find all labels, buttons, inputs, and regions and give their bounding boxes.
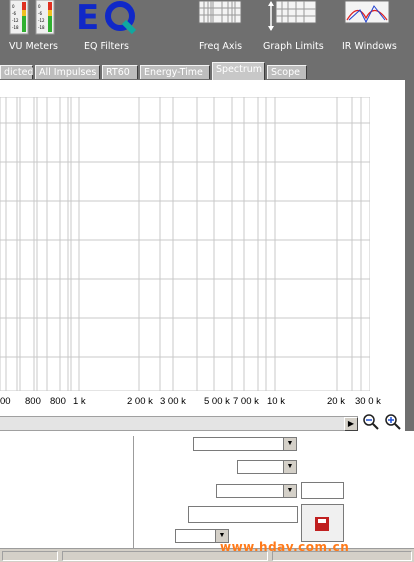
combo-1-value xyxy=(194,439,196,449)
text-field-2[interactable] xyxy=(188,506,298,523)
graph-limits-label: Graph Limits xyxy=(263,41,324,52)
x-tick-label: 10 k xyxy=(267,396,285,407)
tab-energy-time[interactable]: Energy-Time xyxy=(140,65,210,79)
x-tick-label: 00 xyxy=(0,396,11,407)
tab-strip: dicted All Impulses RT60 Energy-Time Spe… xyxy=(0,62,414,80)
freq-axis-icon[interactable] xyxy=(198,0,242,26)
tab-all-impulses[interactable]: All Impulses xyxy=(35,65,100,79)
x-tick-label: 2 00 k xyxy=(127,396,153,407)
combo-4-value xyxy=(176,531,178,541)
x-tick-label: 20 k xyxy=(327,396,345,407)
eq-filters-label: EQ Filters xyxy=(84,41,129,52)
vu-scale-label: -18 xyxy=(12,25,19,30)
x-tick-label: 30 0 k xyxy=(355,396,381,407)
vu-scale-label: -18 xyxy=(38,25,45,30)
ir-windows-label: IR Windows xyxy=(342,41,397,52)
eq-filters-icon[interactable]: E xyxy=(76,0,138,38)
panel-edge xyxy=(405,80,414,416)
toolbar: 0 -6 -12 -18 0 -6 -12 -18 VU Meters E EQ… xyxy=(0,0,414,62)
chevron-down-icon[interactable]: ▼ xyxy=(283,461,296,473)
combo-1[interactable]: ▼ xyxy=(193,437,297,451)
x-tick-label: 5 00 k xyxy=(204,396,230,407)
combo-3[interactable]: ▼ xyxy=(216,484,297,498)
action-button[interactable] xyxy=(301,504,344,542)
freq-axis-label: Freq Axis xyxy=(199,41,243,52)
svg-text:E: E xyxy=(76,0,99,34)
tab-scope[interactable]: Scope xyxy=(267,65,307,79)
x-tick-label: 7 00 k xyxy=(233,396,259,407)
vu-scale-label: -6 xyxy=(12,11,16,16)
x-tick-label: 800 xyxy=(50,396,66,407)
scroll-right-icon[interactable]: ▶ xyxy=(344,417,358,431)
zoom-in-icon[interactable] xyxy=(384,413,402,431)
vu-meters-label: VU Meters xyxy=(9,41,58,52)
combo-3-value xyxy=(217,486,219,496)
status-segment xyxy=(2,551,58,561)
combo-2-value xyxy=(238,462,240,472)
tab-predicted[interactable]: dicted xyxy=(0,65,34,79)
vu-meters-icon[interactable]: 0 -6 -12 -18 0 -6 -12 -18 xyxy=(8,0,56,38)
vu-scale-label: -6 xyxy=(38,11,42,16)
combo-2[interactable]: ▼ xyxy=(237,460,297,474)
vu-scale-label: -12 xyxy=(12,18,19,23)
x-axis-labels: 00 800 800 1 k 2 00 k 3 00 k 5 00 k 7 00… xyxy=(0,396,405,408)
graph-frame xyxy=(0,97,370,391)
x-tick-label: 3 00 k xyxy=(160,396,186,407)
controls-divider xyxy=(133,436,134,548)
chevron-down-icon[interactable]: ▼ xyxy=(283,485,296,497)
watermark-text: www.hdav.com.cn xyxy=(220,540,350,554)
spectrum-graph[interactable] xyxy=(0,97,370,391)
x-tick-label: 800 xyxy=(25,396,41,407)
tab-rt60[interactable]: RT60 xyxy=(102,65,138,79)
chevron-down-icon[interactable]: ▼ xyxy=(283,438,296,450)
vu-scale-label: -12 xyxy=(38,18,45,23)
text-field-1[interactable] xyxy=(301,482,344,499)
tab-spectrum[interactable]: Spectrum xyxy=(212,62,265,80)
graph-limits-icon[interactable] xyxy=(266,0,318,34)
x-tick-label: 1 k xyxy=(73,396,86,407)
ir-windows-icon[interactable] xyxy=(344,0,390,26)
horizontal-scrollbar[interactable]: ▶ xyxy=(0,416,358,431)
zoom-out-icon[interactable] xyxy=(362,413,380,431)
save-icon xyxy=(315,517,329,531)
status-bar xyxy=(0,548,414,562)
